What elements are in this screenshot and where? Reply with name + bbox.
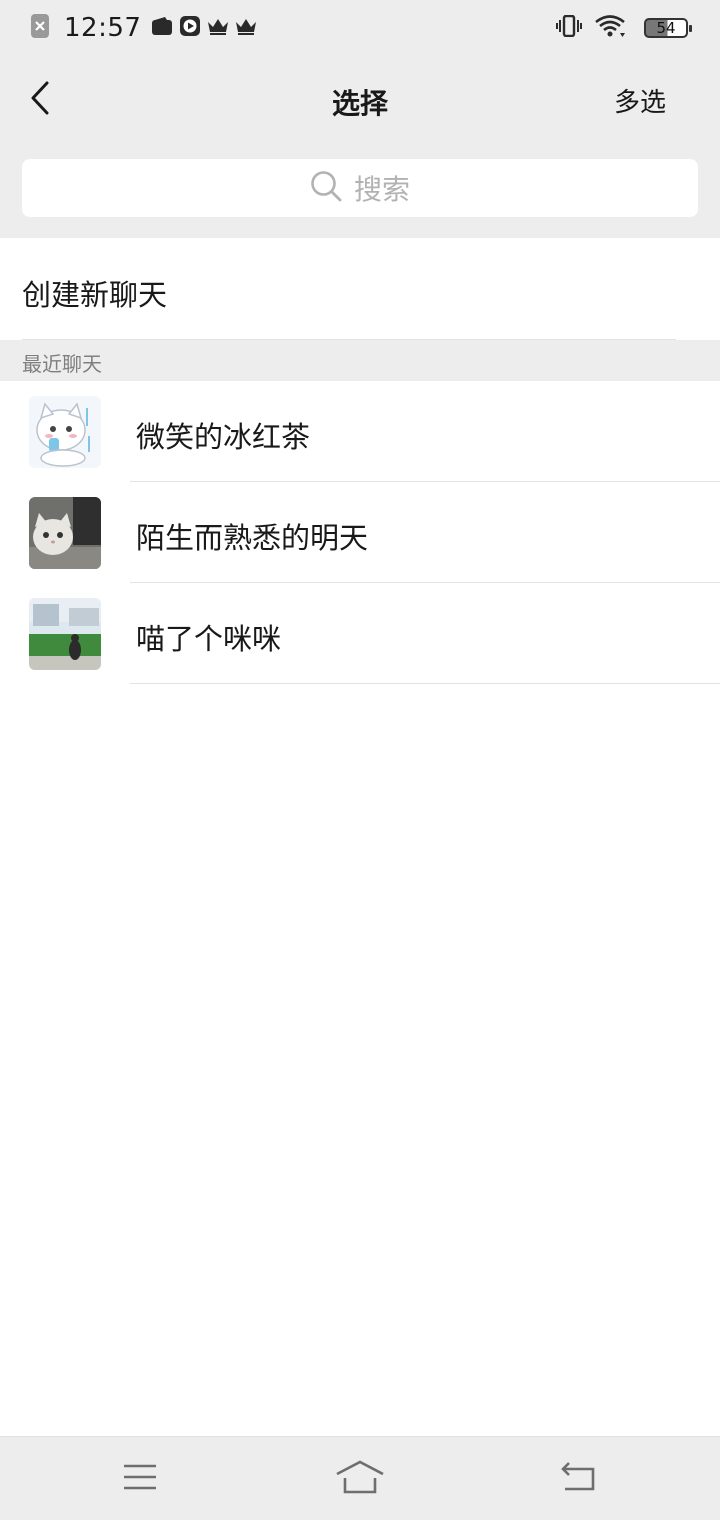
create-new-chat-label: 创建新聊天 — [22, 278, 168, 312]
section-header-recent: 最近聊天 — [0, 340, 720, 381]
section-header-label: 最近聊天 — [22, 352, 102, 376]
vibrate-icon — [556, 14, 582, 41]
chat-name: 喵了个咪咪 — [136, 622, 282, 656]
back-icon — [559, 1461, 597, 1497]
divider — [130, 683, 720, 684]
status-bar-right: 54 — [556, 12, 692, 44]
avatar — [29, 497, 101, 569]
chat-name: 陌生而熟悉的明天 — [136, 521, 369, 555]
search-input[interactable]: 搜索 — [22, 159, 698, 217]
home-button[interactable] — [330, 1455, 390, 1503]
search-placeholder: 搜索 — [353, 173, 410, 206]
close-notification-icon — [30, 13, 50, 43]
home-icon — [335, 1460, 385, 1498]
search-section: 搜索 — [0, 144, 720, 238]
status-bar-left: 12:57 — [30, 12, 263, 44]
chat-name: 微笑的冰红茶 — [136, 420, 311, 454]
page-title: 选择 — [331, 87, 388, 120]
crown-icon — [207, 17, 229, 39]
menu-button[interactable] — [110, 1455, 170, 1503]
status-time: 12:57 — [64, 13, 142, 43]
play-icon — [179, 15, 201, 41]
search-icon — [310, 170, 342, 206]
battery-level: 54 — [656, 19, 676, 37]
list-item[interactable]: 微笑的冰红茶 — [0, 381, 720, 482]
battery-icon: 54 — [644, 18, 692, 38]
avatar — [29, 396, 101, 468]
status-bar: 12:57 54 — [0, 0, 720, 56]
nav-bar: 选择 多选 — [0, 56, 720, 144]
list-item[interactable]: 陌生而熟悉的明天 — [0, 482, 720, 583]
avatar — [29, 598, 101, 670]
create-new-chat-item[interactable]: 创建新聊天 — [0, 238, 720, 340]
multi-select-button[interactable]: 多选 — [614, 82, 666, 119]
recent-chat-list: 微笑的冰红茶 陌生而熟悉的明天 喵了个咪咪 — [0, 381, 720, 684]
back-nav-button[interactable] — [548, 1455, 608, 1503]
wallet-icon — [151, 16, 173, 40]
system-nav-bar — [0, 1436, 720, 1520]
crown-icon — [235, 17, 257, 39]
menu-icon — [122, 1463, 158, 1495]
list-item[interactable]: 喵了个咪咪 — [0, 583, 720, 684]
wifi-icon — [594, 14, 626, 42]
